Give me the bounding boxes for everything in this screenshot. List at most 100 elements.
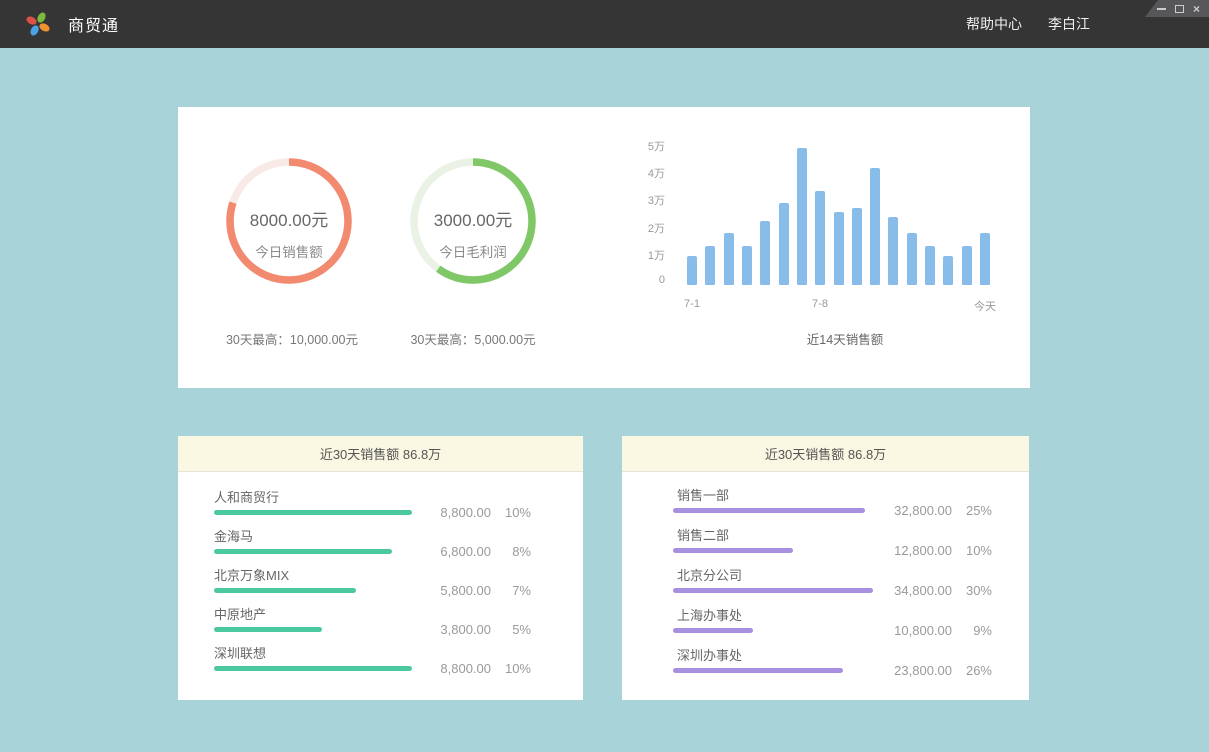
window-controls: × [1145, 0, 1209, 17]
ranking-row: 中原地产 3,800.00 5% [178, 607, 583, 646]
customer-ranking-header: 近30天销售额 86.8万 [178, 436, 583, 472]
ranking-bar [214, 588, 356, 593]
ranking-amount: 32,800.00 [868, 503, 952, 518]
today-sales-label: 今日销售额 [199, 241, 379, 261]
ranking-percent: 25% [952, 503, 992, 518]
ranking-row: 人和商贸行 8,800.00 10% [178, 490, 583, 529]
ranking-values: 34,800.00 30% [868, 583, 992, 598]
today-profit-text: 3000.00元 今日毛利润 [383, 206, 563, 261]
ranking-values: 10,800.00 9% [868, 623, 992, 638]
ranking-row: 销售一部 32,800.00 25% [622, 488, 1029, 528]
sales-day-bar [834, 212, 844, 285]
ranking-percent: 10% [491, 661, 531, 676]
ranking-amount: 8,800.00 [421, 505, 491, 520]
sales-14d-chart-title: 近14天销售额 [745, 329, 945, 348]
sales-day-bar [943, 256, 953, 285]
sales-day-bar [925, 246, 935, 285]
ranking-label: 上海办事处 [622, 608, 1029, 624]
ranking-row: 北京分公司 34,800.00 30% [622, 568, 1029, 608]
ranking-label: 北京万象MIX [178, 568, 583, 584]
sales-day-bar [797, 148, 807, 285]
ranking-amount: 10,800.00 [868, 623, 952, 638]
ranking-bar [214, 549, 392, 554]
today-profit-30d-max: 30天最高：5,000.00元 [363, 329, 583, 348]
ranking-values: 3,800.00 5% [421, 622, 531, 637]
x-axis-tick: 7-1 [662, 298, 722, 310]
ranking-label: 销售二部 [622, 528, 1029, 544]
today-sales-text: 8000.00元 今日销售额 [199, 206, 379, 261]
ranking-percent: 7% [491, 583, 531, 598]
y-axis-tick: 2万 [615, 220, 665, 236]
sales-day-bar [888, 217, 898, 285]
ranking-row: 深圳办事处 23,800.00 26% [622, 648, 1029, 688]
today-profit-label: 今日毛利润 [383, 241, 563, 261]
ranking-bar [673, 508, 865, 513]
ranking-row: 销售二部 12,800.00 10% [622, 528, 1029, 568]
department-ranking-card: 近30天销售额 86.8万 销售一部 32,800.00 25% 销售二部 12… [622, 436, 1029, 700]
ranking-amount: 12,800.00 [868, 543, 952, 558]
today-sales-amount: 8000.00元 [199, 206, 379, 231]
sales-day-bar [760, 221, 770, 285]
sales-day-bar [705, 246, 715, 285]
department-ranking-rows: 销售一部 32,800.00 25% 销售二部 12,800.00 10% 北京… [622, 472, 1029, 688]
ranking-values: 8,800.00 10% [421, 505, 531, 520]
ranking-values: 23,800.00 26% [868, 663, 992, 678]
close-icon[interactable]: × [1193, 5, 1200, 13]
help-center-link[interactable]: 帮助中心 [966, 14, 1022, 34]
ranking-label: 中原地产 [178, 607, 583, 623]
ranking-amount: 34,800.00 [868, 583, 952, 598]
sales-day-bar [687, 256, 697, 285]
sales-day-bar [742, 246, 752, 285]
sales-day-bar [724, 233, 734, 285]
titlebar-links: 帮助中心 李白江 [966, 0, 1090, 48]
ranking-values: 32,800.00 25% [868, 503, 992, 518]
sales-day-bar [779, 203, 789, 285]
ranking-label: 人和商贸行 [178, 490, 583, 506]
ranking-percent: 5% [491, 622, 531, 637]
sales-day-bar [907, 233, 917, 285]
sales-14d-bar-chart [687, 145, 990, 285]
today-profit-amount: 3000.00元 [383, 206, 563, 231]
x-axis-tick: 今天 [955, 298, 1015, 314]
ranking-label: 金海马 [178, 529, 583, 545]
customer-ranking-rows: 人和商贸行 8,800.00 10% 金海马 6,800.00 8% 北京万象M… [178, 472, 583, 685]
ranking-bar [214, 510, 412, 515]
sales-day-bar [815, 191, 825, 285]
ranking-amount: 3,800.00 [421, 622, 491, 637]
ranking-percent: 9% [952, 623, 992, 638]
ranking-values: 5,800.00 7% [421, 583, 531, 598]
ranking-amount: 8,800.00 [421, 661, 491, 676]
titlebar: 商贸通 帮助中心 李白江 × [0, 0, 1209, 48]
ranking-row: 北京万象MIX 5,800.00 7% [178, 568, 583, 607]
ranking-label: 销售一部 [622, 488, 1029, 504]
app-logo-pinwheel-icon [24, 10, 52, 38]
maximize-icon[interactable] [1175, 5, 1184, 13]
ranking-percent: 30% [952, 583, 992, 598]
sales-day-bar [962, 246, 972, 285]
ranking-values: 6,800.00 8% [421, 544, 531, 559]
ranking-label: 北京分公司 [622, 568, 1029, 584]
overview-card: 8000.00元 今日销售额 30天最高：10,000.00元 3000.00元… [178, 107, 1030, 388]
sales-day-bar [870, 168, 880, 285]
ranking-values: 8,800.00 10% [421, 661, 531, 676]
ranking-percent: 8% [491, 544, 531, 559]
user-menu[interactable]: 李白江 [1048, 14, 1090, 34]
ranking-bar [214, 666, 412, 671]
y-axis-tick: 1万 [615, 247, 665, 263]
y-axis-tick: 3万 [615, 192, 665, 208]
ranking-label: 深圳联想 [178, 646, 583, 662]
y-axis-tick: 0 [615, 274, 665, 286]
y-axis-tick: 4万 [615, 165, 665, 181]
ranking-amount: 6,800.00 [421, 544, 491, 559]
ranking-amount: 5,800.00 [421, 583, 491, 598]
minimize-icon[interactable] [1157, 8, 1166, 10]
ranking-row: 上海办事处 10,800.00 9% [622, 608, 1029, 648]
ranking-percent: 10% [952, 543, 992, 558]
ranking-bar [673, 668, 843, 673]
sales-day-bar [852, 208, 862, 286]
sales-day-bar [980, 233, 990, 285]
ranking-percent: 10% [491, 505, 531, 520]
customer-ranking-card: 近30天销售额 86.8万 人和商贸行 8,800.00 10% 金海马 6,8… [178, 436, 583, 700]
ranking-row: 金海马 6,800.00 8% [178, 529, 583, 568]
ranking-values: 12,800.00 10% [868, 543, 992, 558]
